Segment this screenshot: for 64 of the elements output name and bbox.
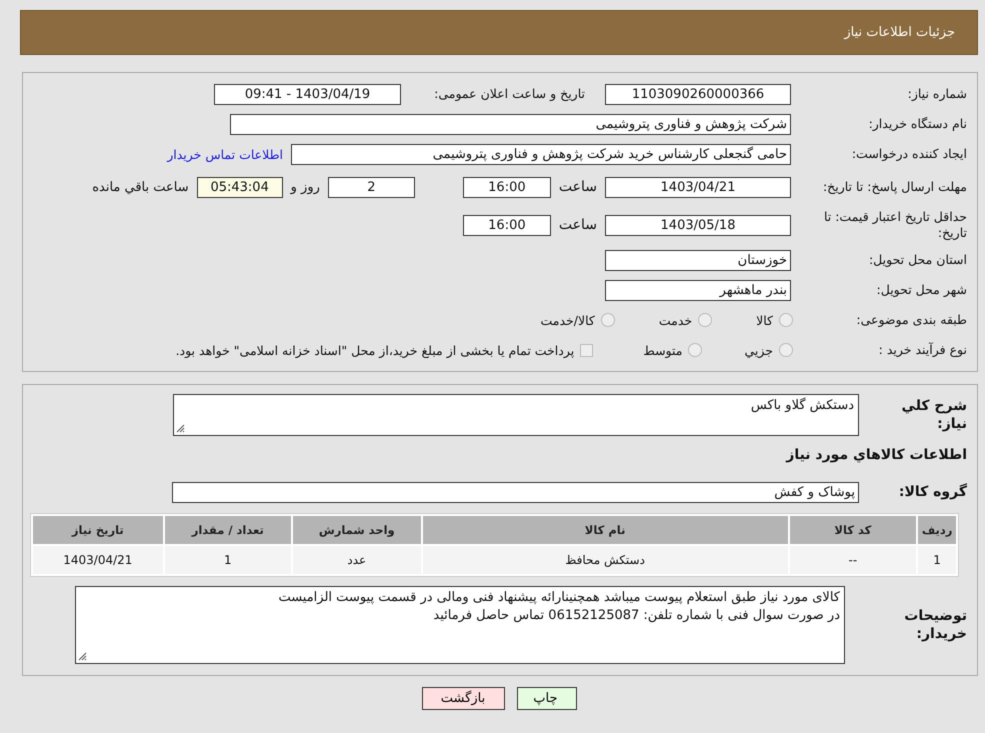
city-field: بندر ماهشهر (605, 280, 791, 300)
time-field: 16:00 (462, 176, 551, 198)
province-field: خوزستان (605, 250, 791, 270)
time-label: ساعت (558, 217, 597, 233)
remaining-label: ساعت باقي مانده (92, 180, 189, 194)
note-line: کالای مورد نیاز طبق استعلام پیوست میباشد همچنینارائه پیشنهاد فنی ومالی در قسمت پیوست الزامیست (277, 589, 840, 607)
radio-label: کالا/خدمت (540, 312, 595, 328)
radio-button[interactable] (600, 313, 615, 327)
time-label: ساعت (558, 179, 597, 195)
days-field: 2 (328, 176, 415, 198)
field-label: مهلت ارسال پاسخ: تا تاریخ: (822, 178, 967, 196)
back-button[interactable]: بازگشت (422, 687, 504, 710)
column-header: کد کالا (790, 516, 916, 544)
radio-label: خدمت (658, 312, 692, 328)
field-label: ایجاد کننده درخواست: (850, 146, 967, 162)
table-cell: 1 (918, 546, 956, 574)
radio-button[interactable] (779, 343, 793, 357)
field-label: شرح کلي نیاز: (900, 396, 967, 434)
section-title: اطلاعات کالاهاي مورد نیاز (784, 447, 967, 463)
date-field: 1403/05/18 (605, 214, 791, 236)
resize-grip-icon[interactable] (176, 424, 185, 433)
treasury-note: پرداخت تمام یا بخشی از مبلغ خرید،از محل "اسناد خزانه اسلامی" خواهد بود. (176, 342, 574, 358)
remaining-time-field: 05:43:04 (196, 176, 283, 198)
date-field: 1403/04/21 (605, 176, 791, 198)
radio-button[interactable] (779, 313, 793, 327)
field-label: نوع فرآیند خرید : (878, 342, 967, 358)
field-label: شهر محل تحویل: (876, 282, 967, 298)
column-header: نام کالا (422, 516, 788, 544)
column-header: واحد شمارش (292, 516, 421, 544)
field-label: شماره نیاز: (906, 86, 967, 102)
column-header: تاریخ نیاز (33, 516, 163, 544)
buyer-org-field: شرکت پژوهش و فناوری پتروشیمی (230, 114, 791, 134)
radio-label: کالا (756, 312, 773, 328)
radio-label: جزيي (744, 342, 773, 358)
page-header: جزئیات اطلاعات نیاز (20, 10, 978, 55)
table-cell: دستکش محافظ (422, 546, 788, 574)
radio-button[interactable] (698, 313, 712, 327)
table-cell: -- (790, 546, 916, 574)
radio-button[interactable] (688, 343, 702, 357)
days-label: روز و (290, 180, 320, 194)
field-label: طبقه بندی موضوعی: (855, 312, 967, 328)
field-label: تاریخ و ساعت اعلان عمومی: (433, 86, 586, 102)
radio-label: متوسط (643, 342, 682, 358)
field-label: توضیحات خریدار: (903, 606, 967, 644)
creator-field: حامی گنجعلی کارشناس خرید شرکت پژوهش و فناوری پتروشیمی (291, 144, 791, 164)
print-button[interactable]: چاپ (516, 687, 576, 710)
resize-grip-icon[interactable] (78, 652, 87, 661)
checkbox[interactable] (580, 344, 594, 356)
note-line: در صورت سوال فنی با شماره تلفن: 06152125087 تماس حاصل فرمائید (432, 607, 840, 626)
field-label: حداقل تاریخ اعتبار قیمت: تا تاریخ: (822, 208, 967, 242)
summary-field: دستکش گلاو باکس (173, 394, 859, 436)
buyer-contact-link[interactable]: اطلاعات تماس خریدار (167, 146, 283, 162)
time-field: 16:00 (462, 214, 551, 236)
need-number-field: 1103090260000366 (605, 84, 791, 104)
column-header: ردیف (918, 516, 956, 544)
field-label: نام دستگاه خریدار: (868, 116, 967, 132)
announce-date-field: 1403/04/19 - 09:41 (214, 84, 401, 104)
table-cell: عدد (292, 546, 421, 574)
field-label: گروه کالا: (898, 482, 967, 502)
table-cell: 1 (164, 546, 291, 574)
table-cell: 1403/04/21 (33, 546, 163, 574)
goods-group-field: پوشاک و کفش (172, 482, 859, 502)
field-label: استان محل تحویل: (868, 252, 967, 268)
column-header: تعداد / مقدار (164, 516, 291, 544)
